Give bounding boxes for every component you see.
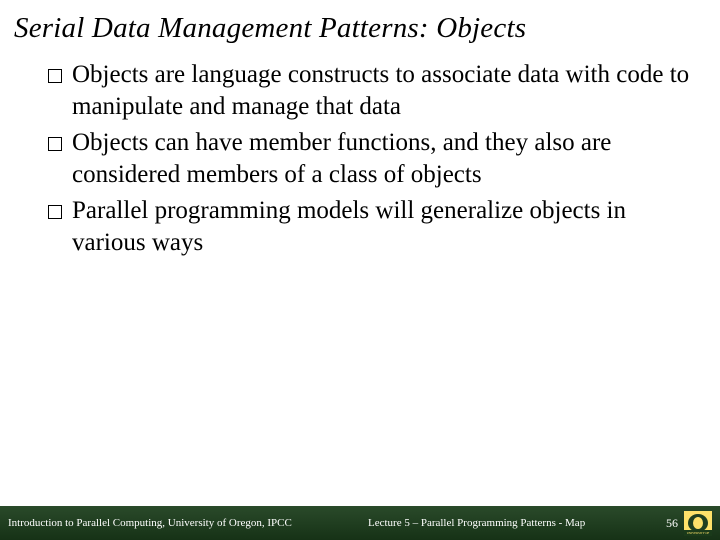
logo-subtext: UNIVERSITY OF OREGON [684, 530, 712, 536]
footer-right: 56 UNIVERSITY OF OREGON [644, 511, 712, 535]
footer-center-text: Lecture 5 – Parallel Programming Pattern… [308, 517, 644, 529]
bullet-item: Parallel programming models will general… [48, 195, 690, 259]
square-bullet-icon [48, 205, 62, 219]
bullet-text: Objects are language constructs to assoc… [72, 59, 690, 123]
square-bullet-icon [48, 137, 62, 151]
page-number: 56 [666, 516, 678, 531]
bullet-item: Objects can have member functions, and t… [48, 127, 690, 191]
slide-title: Serial Data Management Patterns: Objects [0, 0, 720, 51]
slide: Serial Data Management Patterns: Objects… [0, 0, 720, 540]
slide-footer: Introduction to Parallel Computing, Univ… [0, 506, 720, 540]
slide-content: Objects are language constructs to assoc… [0, 51, 720, 540]
bullet-item: Objects are language constructs to assoc… [48, 59, 690, 123]
bullet-text: Objects can have member functions, and t… [72, 127, 690, 191]
university-logo-icon: UNIVERSITY OF OREGON [684, 511, 712, 535]
square-bullet-icon [48, 69, 62, 83]
bullet-text: Parallel programming models will general… [72, 195, 690, 259]
footer-left-text: Introduction to Parallel Computing, Univ… [8, 517, 308, 529]
